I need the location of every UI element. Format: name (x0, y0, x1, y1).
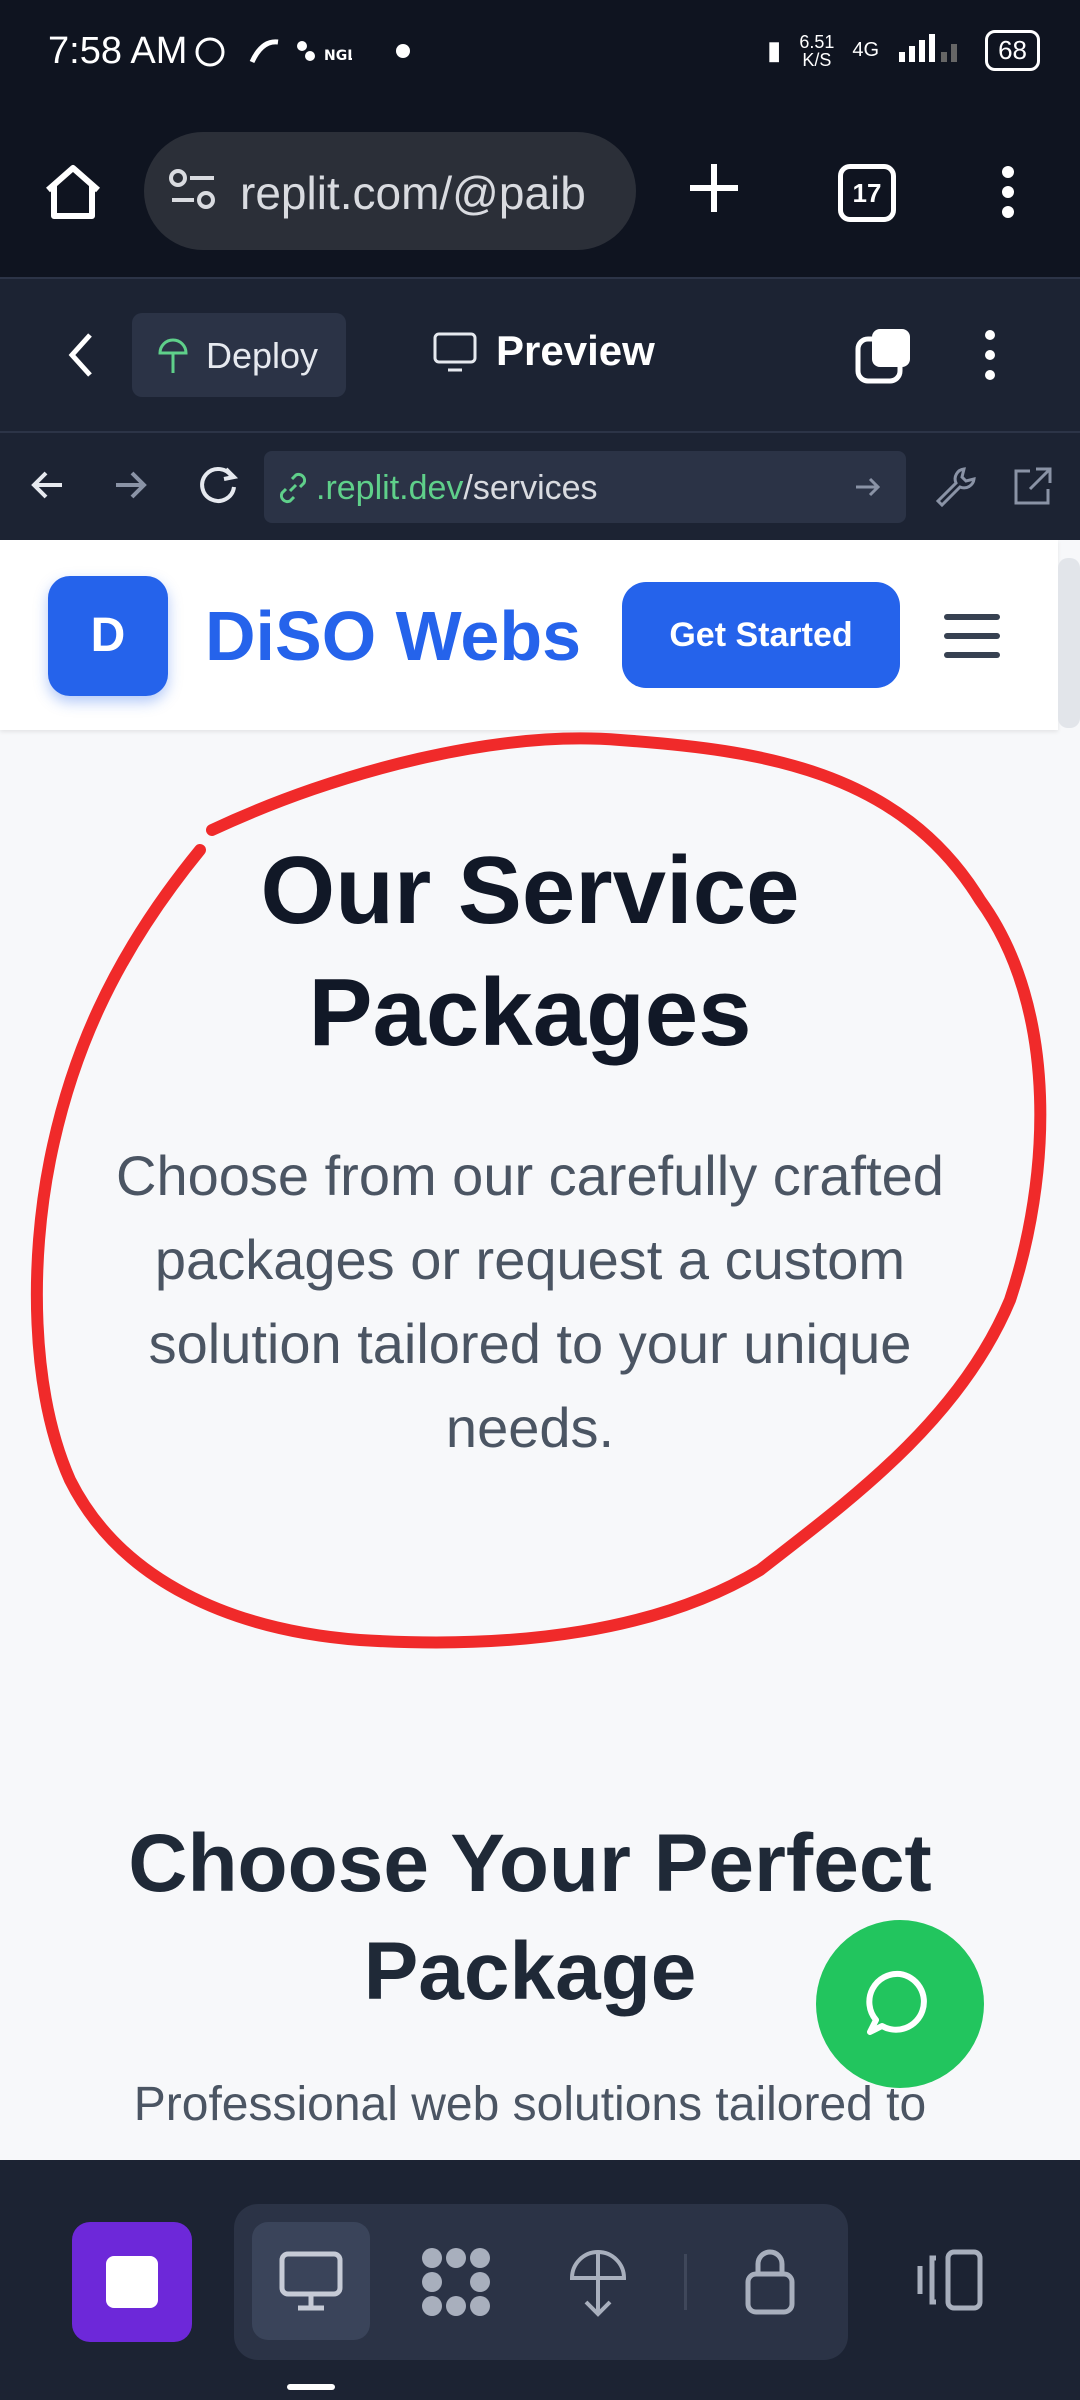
monitor-icon (279, 2251, 343, 2311)
stop-button[interactable] (72, 2222, 192, 2342)
status-right: ▮ 6.51 K/S 4G 68 (767, 30, 1040, 71)
home-indicator (287, 2384, 335, 2390)
notification-icons: NGL (192, 32, 356, 80)
reload-icon[interactable] (196, 463, 240, 512)
workflow-icon[interactable] (418, 2244, 494, 2325)
preview-tab[interactable]: Preview (496, 327, 655, 375)
notification-icon: NGL (195, 37, 356, 67)
notification-dot-icon (396, 44, 410, 58)
go-icon[interactable] (852, 471, 884, 508)
url-text: replit.com/@paib (240, 167, 586, 219)
network-type: 4G (852, 39, 880, 61)
nav-preview-tab[interactable] (252, 2222, 370, 2340)
copy-icon[interactable] (854, 325, 914, 390)
chat-icon (866, 1970, 927, 2035)
deploy-button[interactable]: Deploy (132, 313, 346, 397)
network-icon[interactable] (566, 2244, 630, 2325)
nav-divider (684, 2254, 687, 2310)
wrench-icon[interactable] (934, 465, 978, 514)
annotation-circle (30, 732, 1047, 1649)
bottom-nav (0, 2160, 1080, 2400)
webview-path: /services (463, 469, 598, 507)
battery-indicator: 68 (985, 30, 1040, 71)
vibrate-icon: ▮ (767, 35, 782, 65)
net-speed-value: 6.51 (799, 31, 835, 52)
tabs-icon[interactable]: 17 (838, 164, 896, 222)
net-speed-unit: K/S (802, 49, 832, 70)
replit-toolbar: Deploy Preview (0, 277, 1080, 431)
webview-address-bar: .replit.dev/services (0, 431, 1080, 542)
webview-domain: .replit.dev (316, 469, 464, 507)
stop-icon (106, 2256, 158, 2308)
status-bar: 7:58 AM NGL ▮ 6.51 K/S 4G 68 (0, 0, 1080, 110)
deploy-label: Deploy (206, 335, 319, 376)
link-icon (276, 471, 310, 510)
web-page: D DiSO Webs Get Started Our Service Pack… (0, 540, 1080, 2160)
forward-icon[interactable] (112, 467, 148, 508)
signal-icon (897, 30, 967, 71)
webview-url: .replit.dev/services (316, 469, 598, 508)
more-icon[interactable] (998, 164, 1018, 225)
deploy-icon (156, 335, 190, 384)
chat-button[interactable] (816, 1920, 984, 2088)
site-settings-icon[interactable] (168, 168, 218, 217)
panel-icon[interactable] (912, 2248, 984, 2317)
external-icon[interactable] (1010, 465, 1054, 514)
home-icon[interactable] (42, 160, 104, 231)
status-time: 7:58 AM (48, 30, 188, 72)
url-bar[interactable]: replit.com/@paib (144, 132, 636, 250)
svg-text:NGL: NGL (324, 48, 352, 64)
net-speed: 6.51 K/S (799, 33, 834, 69)
more-icon[interactable] (980, 327, 1000, 388)
nav-group (234, 2204, 848, 2360)
section-text: Professional web solutions tailored to (133, 2078, 927, 2131)
browser-bar: replit.com/@paib 17 (0, 110, 1080, 275)
lock-icon[interactable] (744, 2244, 796, 2321)
new-tab-icon[interactable] (686, 160, 742, 225)
webview-url-field[interactable]: .replit.dev/services (264, 451, 906, 523)
monitor-icon (432, 331, 478, 378)
back-icon[interactable] (66, 331, 96, 384)
back-icon[interactable] (30, 467, 66, 508)
